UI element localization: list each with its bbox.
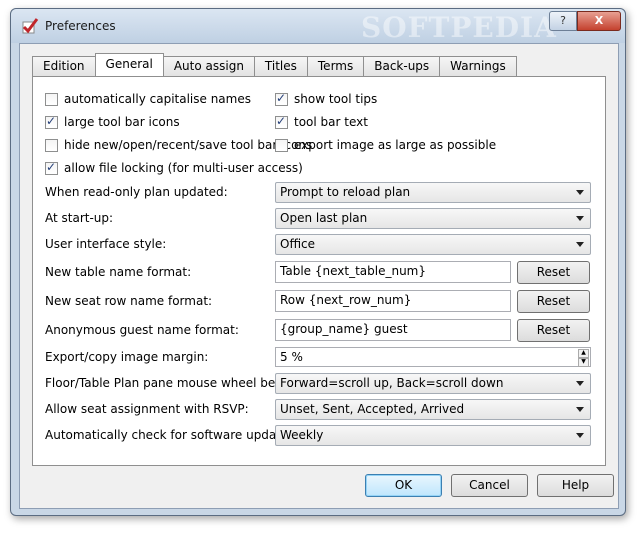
cancel-button[interactable]: Cancel [451, 474, 528, 497]
ui-style-label: User interface style: [45, 237, 167, 251]
tab-terms[interactable]: Terms [306, 56, 365, 76]
spin-buttons[interactable]: ▲ ▼ [578, 349, 589, 367]
help-button[interactable]: Help [537, 474, 614, 497]
file-locking-checkbox[interactable]: allow file locking (for multi-user acces… [45, 160, 303, 175]
table-name-input[interactable]: Table {next_table_num} [275, 261, 511, 283]
chevron-down-icon [576, 242, 584, 247]
seat-row-input[interactable]: Row {next_row_num} [275, 290, 511, 312]
guest-name-label: Anonymous guest name format: [45, 323, 239, 337]
spin-up-icon[interactable]: ▲ [578, 349, 589, 358]
chevron-down-icon [576, 216, 584, 221]
rsvp-label: Allow seat assignment with RSVP: [45, 402, 249, 416]
updates-label: Automatically check for software updates… [45, 428, 299, 442]
chevron-down-icon [576, 381, 584, 386]
general-panel: automatically capitalise names show tool… [32, 76, 606, 466]
startup-label: At start-up: [45, 211, 114, 225]
table-name-reset-button[interactable]: Reset [517, 261, 590, 284]
tab-bar: Edition General Auto assign Titles Terms… [32, 53, 517, 76]
show-tool-tips-checkbox[interactable]: show tool tips [275, 91, 377, 106]
chevron-down-icon [576, 433, 584, 438]
dialog-content: Edition General Auto assign Titles Terms… [19, 43, 619, 509]
guest-name-reset-button[interactable]: Reset [517, 319, 590, 342]
help-title-button[interactable]: ? [549, 11, 577, 31]
ui-style-select[interactable]: Office [275, 234, 591, 255]
updates-select[interactable]: Weekly [275, 425, 591, 446]
startup-select[interactable]: Open last plan [275, 208, 591, 229]
seat-row-label: New seat row name format: [45, 294, 213, 308]
capitalise-names-checkbox[interactable]: automatically capitalise names [45, 92, 251, 106]
checkbox-box[interactable] [45, 92, 58, 106]
checkbox-box[interactable] [45, 160, 58, 175]
tab-warnings[interactable]: Warnings [439, 56, 517, 76]
wheel-select[interactable]: Forward=scroll up, Back=scroll down [275, 373, 591, 394]
chevron-down-icon [576, 407, 584, 412]
tab-general[interactable]: General [94, 53, 164, 76]
tab-auto-assign[interactable]: Auto assign [162, 56, 255, 76]
checkbox-box[interactable] [275, 114, 288, 129]
rsvp-select[interactable]: Unset, Sent, Accepted, Arrived [275, 399, 591, 420]
title-bar[interactable]: Preferences SOFTPEDIA ? X [11, 9, 625, 44]
margin-spinbox[interactable]: 5 % ▲ ▼ [275, 347, 591, 367]
tab-back-ups[interactable]: Back-ups [363, 56, 441, 76]
preferences-window: Preferences SOFTPEDIA ? X Edition Genera… [10, 8, 626, 516]
readonly-select[interactable]: Prompt to reload plan [275, 182, 591, 203]
tab-titles[interactable]: Titles [253, 56, 308, 76]
preferences-checkmark-icon [22, 18, 39, 34]
checkbox-box[interactable] [45, 138, 58, 152]
seat-row-reset-button[interactable]: Reset [517, 290, 590, 313]
window-title: Preferences [45, 19, 116, 33]
spin-down-icon[interactable]: ▼ [578, 358, 589, 367]
close-button[interactable]: X [577, 11, 621, 31]
margin-label: Export/copy image margin: [45, 350, 209, 364]
watermark: SOFTPEDIA [361, 11, 557, 44]
checkbox-box[interactable] [45, 114, 58, 129]
checkbox-box[interactable] [275, 91, 288, 106]
guest-name-input[interactable]: {group_name} guest [275, 319, 511, 341]
readonly-label: When read-only plan updated: [45, 185, 228, 199]
table-name-label: New table name format: [45, 265, 192, 279]
tab-edition[interactable]: Edition [32, 56, 96, 76]
checkbox-box[interactable] [275, 138, 288, 152]
chevron-down-icon [576, 190, 584, 195]
large-icons-checkbox[interactable]: large tool bar icons [45, 114, 180, 129]
toolbar-text-checkbox[interactable]: tool bar text [275, 114, 368, 129]
hide-toolbar-icons-checkbox[interactable]: hide new/open/recent/save tool bar icons [45, 138, 312, 152]
ok-button[interactable]: OK [365, 474, 442, 497]
export-large-checkbox[interactable]: export image as large as possible [275, 138, 496, 152]
